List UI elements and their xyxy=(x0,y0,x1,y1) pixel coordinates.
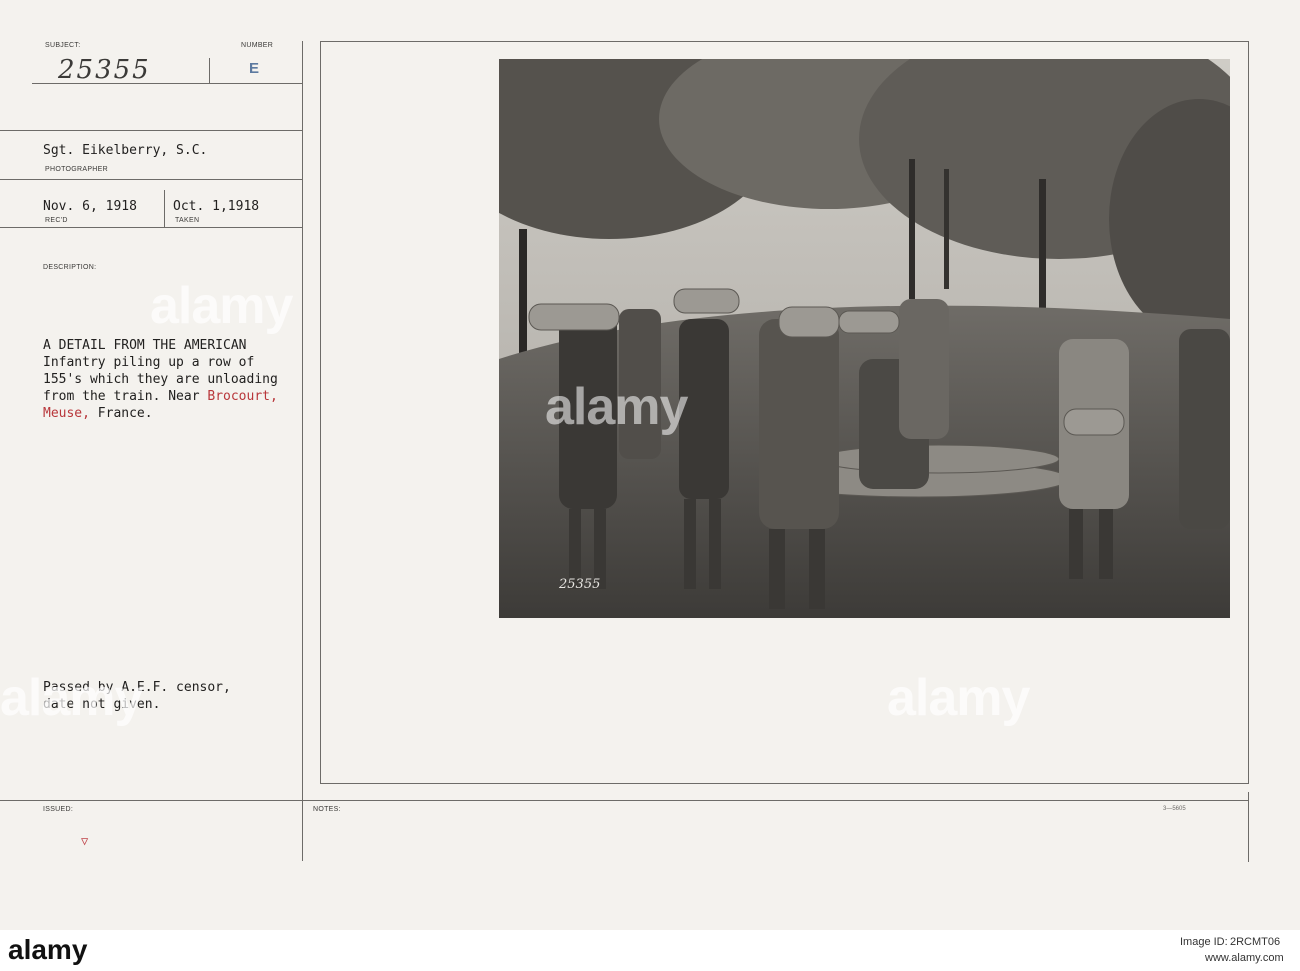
description-line-1: A DETAIL FROM THE AMERICAN xyxy=(43,338,247,353)
number-value: E xyxy=(249,60,260,77)
subject-value: 25355 xyxy=(58,55,151,85)
received-date: Nov. 6, 1918 xyxy=(43,199,137,214)
issued-notes-rule xyxy=(0,800,1248,801)
archive-record-card: SUBJECT: 25355 NUMBER E Sgt. Eikelberry,… xyxy=(0,0,1300,930)
photo-negative-number: 25355 xyxy=(559,577,601,592)
form-code: 3—5605 xyxy=(1163,806,1186,812)
issued-mark: ▽ xyxy=(81,834,89,848)
description-line-3: 155's which they are unloading xyxy=(43,372,278,387)
watermark-bottom-left: alamy xyxy=(0,669,143,727)
photo-scene-illustration xyxy=(499,59,1230,618)
left-column-border xyxy=(302,41,303,861)
place-brocourt: Brocourt, xyxy=(207,389,278,404)
description-line-2: Infantry piling up a row of xyxy=(43,355,255,370)
place-france: France. xyxy=(89,406,153,421)
photograph: 25355 xyxy=(499,59,1230,618)
right-border-bottom xyxy=(1248,792,1249,862)
section-rule-1 xyxy=(0,130,302,131)
notes-label: NOTES: xyxy=(313,806,341,813)
taken-date: Oct. 1,1918 xyxy=(173,199,260,214)
photographer-label: PHOTOGRAPHER xyxy=(45,166,108,173)
subject-number-divider xyxy=(209,58,210,83)
dates-divider xyxy=(164,190,165,227)
subject-label: SUBJECT: xyxy=(45,42,81,49)
footer-site: www.alamy.com xyxy=(1205,952,1284,964)
place-meuse: Meuse, xyxy=(43,406,90,421)
stock-footer: alamy Image ID: 2RCMT06 www.alamy.com xyxy=(0,930,1300,971)
taken-label: TAKEN xyxy=(175,217,200,224)
issued-label: ISSUED: xyxy=(43,806,74,813)
description-line-4: from the train. Near xyxy=(43,389,208,404)
footer-brand-logo: alamy xyxy=(8,934,88,965)
received-label: REC'D xyxy=(45,217,68,224)
description-text: A DETAIL FROM THE AMERICAN Infantry pili… xyxy=(43,337,278,422)
footer-image-id: 2RCMT06 xyxy=(1230,936,1281,948)
watermark-left: alamy xyxy=(150,277,293,335)
watermark-center: alamy xyxy=(545,378,688,436)
description-label: DESCRIPTION: xyxy=(43,264,97,271)
watermark-bottom-right: alamy xyxy=(887,669,1030,727)
photographer-name: Sgt. Eikelberry, S.C. xyxy=(43,143,208,158)
number-label: NUMBER xyxy=(241,42,274,49)
footer-image-id-label: Image ID: xyxy=(1180,936,1228,948)
section-rule-2 xyxy=(0,179,302,180)
section-rule-3 xyxy=(0,227,302,228)
